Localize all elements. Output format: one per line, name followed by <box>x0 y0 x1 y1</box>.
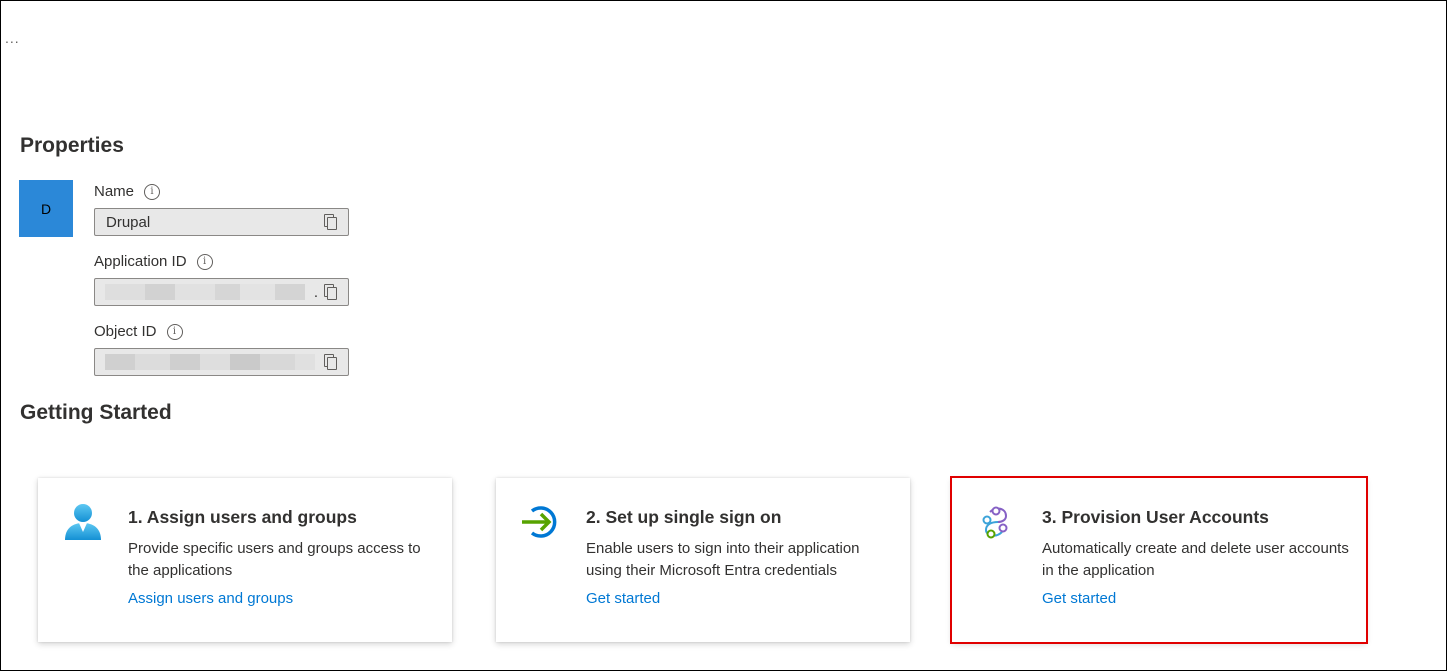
name-label-row: Name i <box>94 183 161 200</box>
app-id-suffix: . <box>313 283 318 301</box>
app-id-label-row: Application ID i <box>94 253 213 270</box>
more-options-button[interactable]: ... <box>5 30 20 46</box>
card-description: Provide specific users and groups access… <box>128 540 421 579</box>
card-description: Automatically create and delete user acc… <box>1042 540 1349 579</box>
provisioning-icon <box>982 506 1008 539</box>
card-title: 2. Set up single sign on <box>586 507 782 527</box>
card-description: Enable users to sign into their applicat… <box>586 540 860 579</box>
sso-get-started-link[interactable]: Get started <box>586 590 660 607</box>
provision-accounts-card[interactable]: 3. Provision User Accounts Automatically… <box>950 476 1368 644</box>
copy-icon[interactable] <box>322 283 340 301</box>
name-label: Name <box>94 183 135 200</box>
app-avatar: D <box>19 180 73 237</box>
redacted-value <box>105 284 305 300</box>
card-title: 3. Provision User Accounts <box>1042 507 1269 527</box>
info-icon[interactable]: i <box>144 183 161 200</box>
provision-get-started-link[interactable]: Get started <box>1042 590 1116 607</box>
assign-users-link[interactable]: Assign users and groups <box>128 590 293 607</box>
object-id-label-row: Object ID i <box>94 323 183 340</box>
app-id-label: Application ID <box>94 253 187 270</box>
info-icon[interactable]: i <box>196 253 213 270</box>
properties-heading: Properties <box>20 134 124 157</box>
single-sign-on-card[interactable]: 2. Set up single sign on Enable users to… <box>496 478 910 642</box>
name-field[interactable]: Drupal <box>94 208 349 236</box>
app-id-field[interactable]: . <box>94 278 349 306</box>
card-title: 1. Assign users and groups <box>128 507 357 527</box>
info-icon[interactable]: i <box>166 323 183 340</box>
object-id-field[interactable] <box>94 348 349 376</box>
redacted-value <box>105 354 315 370</box>
avatar-letter: D <box>40 200 52 217</box>
assign-users-card[interactable]: 1. Assign users and groups Provide speci… <box>38 478 452 642</box>
copy-icon[interactable] <box>322 213 340 231</box>
copy-icon[interactable] <box>322 353 340 371</box>
object-id-label: Object ID <box>94 323 157 340</box>
user-icon <box>65 504 101 540</box>
sign-in-arrow-icon <box>522 506 557 538</box>
name-value: Drupal <box>106 213 151 231</box>
getting-started-heading: Getting Started <box>20 401 172 424</box>
